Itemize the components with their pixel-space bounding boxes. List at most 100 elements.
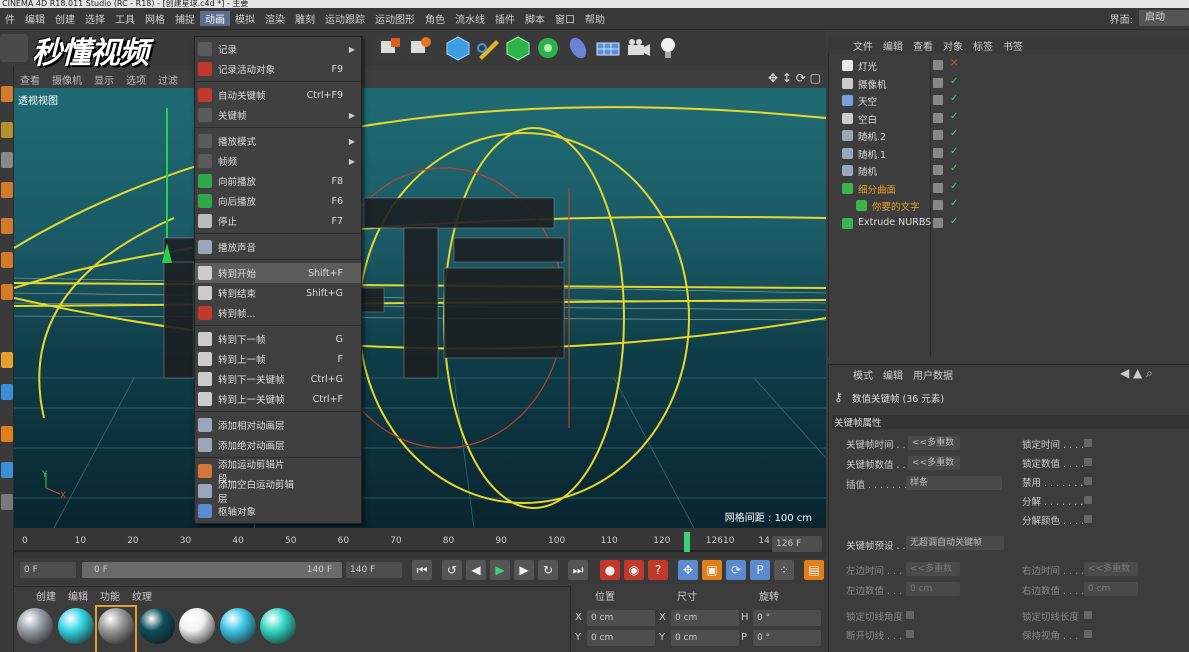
attribute-checkbox[interactable]: [1084, 458, 1092, 466]
object-row[interactable]: 摄像机 ✓: [828, 75, 1189, 92]
coord-field[interactable]: 0 °: [753, 610, 821, 626]
parameter-key-button[interactable]: P: [750, 560, 770, 580]
material-menu-item[interactable]: 创建: [30, 588, 62, 603]
coord-field[interactable]: 0 °: [753, 630, 821, 646]
record-keys-button[interactable]: ●: [600, 560, 620, 580]
preset-dropdown[interactable]: 无超调自动关键帧: [906, 536, 1004, 550]
attribute-menu-item[interactable]: 编辑: [878, 367, 908, 382]
enable-check-icon[interactable]: ✓: [950, 163, 958, 174]
menu-item-6[interactable]: 向前播放 F8: [195, 171, 361, 191]
timeline-playhead[interactable]: [684, 532, 690, 552]
object-menu-item[interactable]: 对象: [938, 38, 968, 53]
menubar-item-10[interactable]: 雕刻: [290, 11, 320, 26]
object-row[interactable]: 灯光 ✕: [828, 57, 1189, 74]
menu-item-14[interactable]: 转到上一帧 F: [195, 349, 361, 369]
prev-key-button[interactable]: ↺: [442, 560, 462, 580]
menu-item-2[interactable]: 自动关键帧 Ctrl+F9: [195, 85, 361, 105]
visibility-toggle[interactable]: [933, 165, 943, 175]
timeline-ruler[interactable]: 0 10 20 30 40 50 60 70 80 90 100 110 120 12610 14: [14, 528, 826, 558]
tangent-field[interactable]: 0 cm: [906, 582, 960, 596]
material-swatch[interactable]: [16, 607, 54, 652]
enable-check-icon[interactable]: ✓: [950, 146, 958, 157]
object-menu-item[interactable]: 书签: [998, 38, 1028, 53]
position-key-button[interactable]: ✥: [678, 560, 698, 580]
object-row[interactable]: Extrude NURBS ✓: [828, 215, 1189, 232]
menu-item-18[interactable]: 添加绝对动画层: [195, 435, 361, 455]
menubar-item-3[interactable]: 选择: [80, 11, 110, 26]
material-swatch[interactable]: [219, 607, 257, 652]
menubar-item-13[interactable]: 角色: [420, 11, 450, 26]
attribute-checkbox[interactable]: [1084, 439, 1092, 447]
menubar-item-0[interactable]: 件: [0, 11, 20, 26]
pen-icon[interactable]: [474, 34, 502, 62]
attribute-menu-item[interactable]: 模式: [848, 367, 878, 382]
menu-item-4[interactable]: 播放模式 ▶: [195, 131, 361, 151]
menubar-item-4[interactable]: 工具: [110, 11, 140, 26]
object-row[interactable]: 空白 ✓: [828, 110, 1189, 127]
viewport-nav-icons[interactable]: ✥ ↕ ⟳ ▢: [768, 71, 824, 87]
menu-item-0[interactable]: 记录 ▶: [195, 39, 361, 59]
polygons-mode-icon[interactable]: [1, 252, 13, 268]
enable-check-icon[interactable]: ✓: [950, 216, 958, 227]
visibility-toggle[interactable]: [933, 77, 943, 88]
snap-icon[interactable]: [1, 352, 13, 368]
autokey-button[interactable]: ◉: [624, 560, 644, 580]
enable-check-icon[interactable]: ✓: [950, 93, 958, 104]
nurbs-icon[interactable]: [504, 34, 532, 62]
menu-item-11[interactable]: 转到结束 Shift+G: [195, 283, 361, 303]
current-frame-field[interactable]: 126 F: [772, 536, 822, 552]
tangent-field[interactable]: <<多重数: [906, 562, 960, 576]
next-key-button[interactable]: ↻: [538, 560, 558, 580]
visibility-toggle[interactable]: [933, 60, 943, 70]
attribute-dropdown[interactable]: <<多重数: [908, 456, 960, 470]
undo-icon[interactable]: [0, 34, 28, 62]
viewport-menu-item[interactable]: 显示: [88, 72, 120, 87]
object-row[interactable]: 细分曲面 ✓: [828, 180, 1189, 197]
menubar-item-6[interactable]: 捕捉: [170, 11, 200, 26]
object-row[interactable]: 随机.2 ✓: [828, 127, 1189, 144]
attribute-dropdown[interactable]: <<多重数: [908, 436, 960, 450]
pla-key-button[interactable]: ⁘: [774, 560, 794, 580]
enable-check-icon[interactable]: ✓: [950, 198, 958, 209]
object-row[interactable]: 你要的文字 ✓: [828, 197, 1189, 214]
menubar-item-12[interactable]: 运动图形: [370, 11, 420, 26]
start-frame-field[interactable]: 0 F: [20, 562, 76, 578]
menubar-item-16[interactable]: 脚本: [520, 11, 550, 26]
texture-mode-icon[interactable]: [1, 152, 13, 168]
scale-key-button[interactable]: ▣: [702, 560, 722, 580]
nav-back-icon[interactable]: ◀ ▲ ⌕: [1120, 366, 1153, 381]
goto-start-button[interactable]: ⏮: [412, 560, 432, 580]
coord-field[interactable]: 0 cm: [587, 610, 655, 626]
material-swatch[interactable]: [57, 607, 95, 652]
object-menu-item[interactable]: 编辑: [878, 38, 908, 53]
object-menu-item[interactable]: 文件: [848, 38, 878, 53]
menu-item-15[interactable]: 转到下一关键帧 Ctrl+G: [195, 369, 361, 389]
attribute-checkbox[interactable]: [906, 630, 914, 638]
menubar-item-5[interactable]: 网格: [140, 11, 170, 26]
attribute-checkbox[interactable]: [1084, 515, 1092, 523]
menubar-item-7[interactable]: 动画: [200, 11, 230, 26]
visibility-toggle[interactable]: [933, 112, 943, 123]
coord-field[interactable]: 0 cm: [671, 630, 739, 646]
attribute-checkbox[interactable]: [1084, 611, 1092, 619]
floor-icon[interactable]: [594, 34, 622, 62]
attribute-dropdown[interactable]: 样条: [906, 476, 1002, 490]
attribute-checkbox[interactable]: [1084, 477, 1092, 485]
menu-item-3[interactable]: 关键帧 ▶: [195, 105, 361, 125]
prev-frame-button[interactable]: ◀: [466, 560, 486, 580]
material-menu-item[interactable]: 功能: [94, 588, 126, 603]
menu-item-13[interactable]: 转到下一帧 G: [195, 329, 361, 349]
keyframe-selection-button[interactable]: ?: [648, 560, 668, 580]
tangent-field[interactable]: 0 cm: [1084, 582, 1138, 596]
menubar-item-9[interactable]: 渲染: [260, 11, 290, 26]
attribute-checkbox[interactable]: [1084, 496, 1092, 504]
object-row[interactable]: 天空 ✓: [828, 92, 1189, 109]
menubar-item-17[interactable]: 窗口: [550, 11, 580, 26]
attribute-checkbox[interactable]: [1084, 630, 1092, 638]
menu-item-17[interactable]: 添加相对动画层: [195, 415, 361, 435]
light-icon[interactable]: [654, 34, 682, 62]
menubar-item-14[interactable]: 流水线: [450, 11, 490, 26]
viewport-menu-item[interactable]: 摄像机: [46, 72, 88, 87]
menubar-item-18[interactable]: 帮助: [580, 11, 610, 26]
object-menu-item[interactable]: 标签: [968, 38, 998, 53]
